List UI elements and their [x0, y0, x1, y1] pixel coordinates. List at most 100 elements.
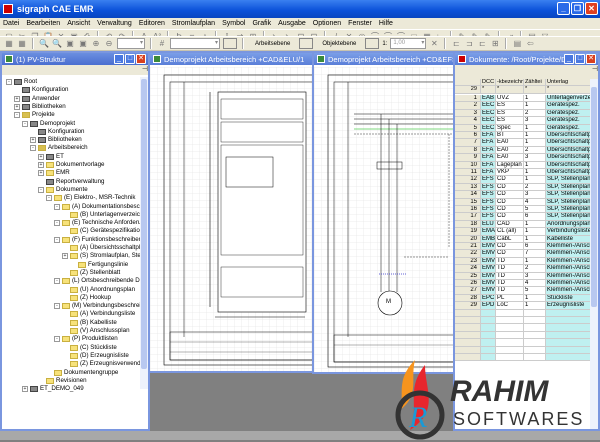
tree-node[interactable]: + (S) Stromlaufplan, Stellenplan	[62, 252, 148, 260]
tree-node[interactable]: - (E) Technische Anforderungen und	[54, 219, 148, 227]
expand-icon[interactable]: +	[30, 137, 36, 144]
filter-row[interactable]: 29 * * * *	[455, 86, 592, 94]
empty-row[interactable]	[455, 331, 592, 340]
table-row[interactable]: 21 EMV CD 6 Klemmen-/Anschl	[455, 243, 592, 251]
table-row[interactable]: 13 EFS CD 2 SLP, Stellenplan	[455, 183, 592, 192]
table-row[interactable]: 28 EPC PL 1 Stückliste	[455, 294, 592, 303]
close-button[interactable]: ✕	[585, 2, 598, 15]
empty-row[interactable]	[455, 324, 592, 332]
table-row[interactable]: 15 EFS CD 4 SLP, Stellenplan	[455, 198, 592, 206]
empty-row[interactable]	[455, 317, 592, 325]
expand-icon[interactable]: +	[38, 170, 44, 177]
tree-node[interactable]: Konfiguration	[30, 128, 84, 136]
menu-ausgabe[interactable]: Ausgabe	[278, 18, 306, 29]
tree-node[interactable]: + EMR	[38, 169, 70, 177]
tree-node[interactable]: Konfiguration	[14, 86, 68, 94]
menu-editoren[interactable]: Editoren	[139, 18, 165, 29]
tree-node[interactable]: (C) Stückliste	[62, 344, 117, 352]
table-row[interactable]: 17 EFS CD 6 SLP, Stellenplan	[455, 213, 592, 221]
expand-icon[interactable]: +	[38, 153, 44, 160]
scale-reset-icon[interactable]: ✕	[429, 39, 439, 49]
table-row[interactable]: 26 EMV TD 4 Klemmen-/Anschl	[455, 280, 592, 288]
empty-row[interactable]	[455, 339, 592, 347]
table-row[interactable]: 22 EMV CD 7 Klemmen-/Anschl	[455, 250, 592, 258]
collapse-icon[interactable]: -	[6, 79, 12, 85]
hash-icon[interactable]: #	[157, 39, 167, 49]
collapse-icon[interactable]: -	[54, 336, 60, 343]
collapse-icon[interactable]: -	[38, 186, 44, 193]
layout-drawing-canvas[interactable]	[150, 67, 313, 371]
table-row[interactable]: 1 EAB UVZ 1 Unterlagenverzeic	[455, 95, 592, 103]
table-row[interactable]: 10 EFA Lageplan 1 Übersichtschaltp	[455, 161, 592, 169]
tree-node[interactable]: (D) Erzeugnisliste	[62, 352, 129, 360]
zoom-window-icon[interactable]: ▣	[65, 39, 75, 49]
tree-minimize-button[interactable]: _	[114, 54, 124, 64]
tree-node[interactable]: - (L) Ortsbeschreibende Dokumente	[54, 277, 148, 285]
collapse-icon[interactable]: -	[46, 195, 52, 202]
tree-node[interactable]: - Root	[6, 78, 37, 86]
expand-icon[interactable]: +	[62, 253, 68, 260]
collapse-icon[interactable]: -	[54, 220, 60, 227]
zoom-plus-icon[interactable]: ⊕	[91, 39, 101, 49]
tree-node[interactable]: + ET_DEMO_049	[22, 385, 84, 393]
menu-hilfe[interactable]: Hilfe	[379, 18, 393, 29]
table-row[interactable]: 18 ELU CAD 1 Anordnungsplan	[455, 220, 592, 229]
tree-node[interactable]: - (F) Funktionsbeschreibende Dokun	[54, 236, 148, 244]
minimize-button[interactable]: _	[557, 2, 570, 15]
restore-button[interactable]: ❐	[571, 2, 584, 15]
table-row[interactable]: 2 EEC ES 1 Gerätespez.	[455, 102, 592, 110]
table-row[interactable]: 3 EEC ES 2 Gerätespez.	[455, 109, 592, 118]
tree-node[interactable]: (C) Gerätespezifikation	[62, 227, 143, 235]
zoom-all-icon[interactable]: ▣	[78, 39, 88, 49]
menu-ansicht[interactable]: Ansicht	[67, 18, 90, 29]
collapse-icon[interactable]: -	[54, 236, 60, 243]
align4-icon[interactable]: ⊞	[490, 39, 500, 49]
tree-node[interactable]: - (P) Produktlisten	[54, 335, 118, 343]
tree-node[interactable]: (B) Unterlagenverzeichnis	[62, 211, 148, 219]
grid-toggle-icon[interactable]: ▦	[4, 39, 14, 49]
window-icon[interactable]: ▤	[512, 39, 522, 49]
empty-row[interactable]	[455, 346, 592, 354]
tree-node[interactable]: - Demoprojekt	[22, 120, 75, 128]
tree-node[interactable]: Fertigungslinie	[70, 261, 128, 269]
table-row[interactable]: 14 EFS CD 3 SLP, Stellenplan	[455, 191, 592, 199]
tree-node[interactable]: (A) Verbindungsliste	[62, 310, 135, 318]
tree-node[interactable]: - Projekte	[14, 111, 55, 119]
tree-node[interactable]: (A) Übersichtsschaltplan	[62, 244, 147, 252]
tree-node[interactable]: - (A) Dokumentationsbeschreibende	[54, 203, 148, 211]
menu-grafik[interactable]: Grafik	[252, 18, 271, 29]
tree-node[interactable]: + Dokumentvorlage	[38, 161, 105, 169]
table-row[interactable]: 12 EFS CD 1 SLP, Stellenplan	[455, 176, 592, 184]
tree-node[interactable]: Revisionen	[38, 377, 87, 385]
doc-close-button[interactable]: ✕	[586, 54, 596, 64]
arrow-icon[interactable]: ⇦	[525, 39, 535, 49]
menu-verwaltung[interactable]: Verwaltung	[97, 18, 132, 29]
menu-symbol[interactable]: Symbol	[222, 18, 245, 29]
collapse-icon[interactable]: -	[54, 303, 60, 310]
doc-minimize-button[interactable]: _	[564, 54, 574, 64]
tree-scrollbar[interactable]	[140, 77, 148, 389]
collapse-icon[interactable]: -	[54, 278, 60, 285]
tree-node[interactable]: (Z) Hookup	[62, 294, 111, 302]
tree-node[interactable]: (B) Kabelliste	[62, 319, 117, 327]
objektebene-box[interactable]	[365, 38, 380, 49]
table-row[interactable]: 16 EFS CD 5 SLP, Stellenplan	[455, 206, 592, 214]
expand-icon[interactable]: +	[38, 162, 44, 168]
collapse-icon[interactable]: -	[30, 145, 36, 152]
menu-optionen[interactable]: Optionen	[313, 18, 341, 29]
table-row[interactable]: 20 EMB CabL 1 Kabelliste	[455, 235, 592, 243]
tree-node[interactable]: - (E) Elektro-, MSR-Technik	[46, 194, 136, 202]
table-row[interactable]: 8 EFA EA0 2 Übersichtschaltp	[455, 146, 592, 155]
table-row[interactable]: 23 EMV TD 1 Klemmen-/Anschl	[455, 257, 592, 266]
pin-icon[interactable]: ⊣	[2, 65, 148, 75]
table-row[interactable]: 24 EMV TD 2 Klemmen-/Anschl	[455, 265, 592, 273]
layer-combo[interactable]	[170, 38, 220, 49]
schematic-drawing-canvas[interactable]: M	[314, 67, 453, 372]
table-row[interactable]: 9 EFA EA0 3 Übersichtschaltp	[455, 154, 592, 162]
table-row[interactable]: 25 EMV TD 3 Klemmen-/Anschl	[455, 272, 592, 280]
tree-maximize-button[interactable]: □	[125, 54, 135, 64]
doc-maximize-button[interactable]: □	[575, 54, 585, 64]
table-header[interactable]: DCC -kbezeichn Zähltei Unterlag	[455, 79, 592, 87]
tree-node[interactable]: + Anwender	[14, 95, 60, 103]
doc-pin-icon[interactable]: ⊣	[455, 65, 598, 79]
